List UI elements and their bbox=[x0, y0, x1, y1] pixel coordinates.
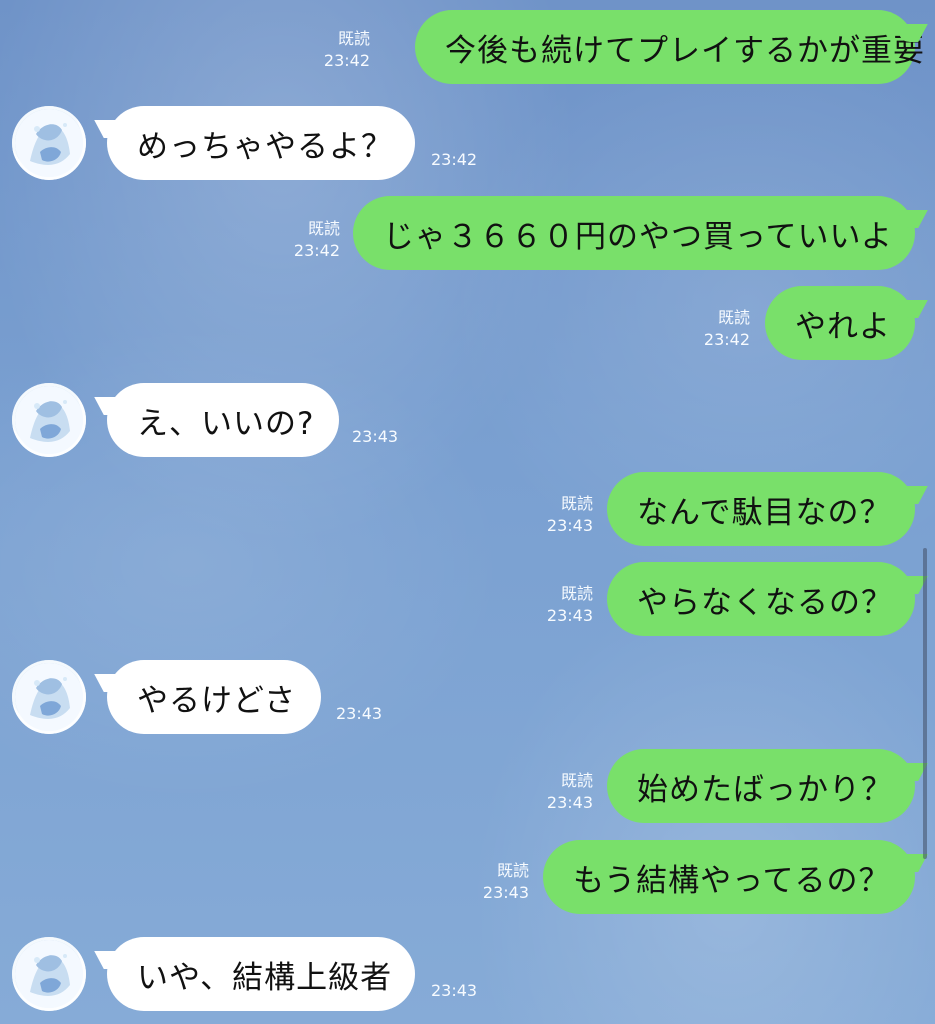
message-text: もう結構やってるの？ bbox=[573, 862, 891, 899]
message-meta-10: 既読 23:43 bbox=[483, 860, 529, 904]
message-text: いや、結構上級者 bbox=[137, 959, 393, 996]
received-message-bubble[interactable]: え、いいの? bbox=[107, 383, 339, 457]
avatar[interactable] bbox=[12, 383, 86, 457]
read-status: 既読 bbox=[717, 308, 750, 327]
message-time: 23:43 bbox=[546, 793, 593, 812]
message-time: 23:43 bbox=[546, 516, 593, 535]
message-time: 23:42 bbox=[703, 330, 750, 349]
received-message-bubble[interactable]: めっちゃやるよ？ bbox=[107, 106, 415, 180]
read-status: 既読 bbox=[560, 771, 593, 790]
read-status: 既読 bbox=[560, 494, 593, 513]
sent-message-bubble[interactable]: やらなくなるの？ bbox=[607, 562, 915, 636]
message-time: 23:43 bbox=[336, 704, 383, 723]
message-time: 23:43 bbox=[352, 427, 399, 446]
message-text: やらなくなるの？ bbox=[637, 584, 893, 621]
message-text: めっちゃやるよ？ bbox=[137, 128, 393, 165]
scrollbar[interactable] bbox=[923, 548, 927, 859]
avatar[interactable] bbox=[12, 660, 86, 734]
message-meta-4: 既読 23:42 bbox=[704, 307, 750, 351]
sent-message-bubble[interactable]: やれよ bbox=[765, 286, 915, 360]
message-time: 23:43 bbox=[431, 981, 478, 1000]
avatar[interactable] bbox=[12, 106, 86, 180]
received-message-bubble[interactable]: いや、結構上級者 bbox=[107, 937, 415, 1011]
received-message-bubble[interactable]: やるけどさ bbox=[107, 660, 321, 734]
sent-message-bubble[interactable]: なんで駄目なの？ bbox=[607, 472, 915, 546]
avatar-icon bbox=[15, 109, 83, 177]
read-status: 既読 bbox=[560, 584, 593, 603]
avatar-icon bbox=[15, 940, 83, 1008]
sent-message-bubble[interactable]: 始めたばっかり？ bbox=[607, 749, 915, 823]
message-meta-3: 既読 23:42 bbox=[294, 218, 340, 262]
message-time: 23:42 bbox=[431, 150, 478, 169]
read-status: 既読 bbox=[496, 861, 529, 880]
message-meta-7: 既読 23:43 bbox=[547, 583, 593, 627]
message-meta-9: 既読 23:43 bbox=[547, 770, 593, 814]
read-status: 既読 bbox=[307, 219, 340, 238]
sent-message-bubble[interactable]: じゃ３６６０円のやつ買っていいよ bbox=[353, 196, 915, 270]
message-meta-1: 既読 23:42 bbox=[324, 28, 370, 72]
message-time: 23:43 bbox=[482, 883, 529, 902]
message-text: 今後も続けてプレイするかが重要 bbox=[445, 32, 925, 69]
message-time: 23:42 bbox=[293, 241, 340, 260]
read-status: 既読 bbox=[337, 29, 370, 48]
message-time: 23:42 bbox=[323, 51, 370, 70]
message-text: なんで駄目なの？ bbox=[637, 494, 892, 531]
message-meta-6: 既読 23:43 bbox=[547, 493, 593, 537]
message-text: 始めたばっかり？ bbox=[637, 771, 893, 808]
avatar[interactable] bbox=[12, 937, 86, 1011]
message-text: じゃ３６６０円のやつ買っていいよ bbox=[383, 218, 893, 255]
message-text: え、いいの? bbox=[137, 405, 315, 442]
message-text: やるけどさ bbox=[137, 682, 297, 719]
message-text: やれよ bbox=[795, 308, 891, 345]
sent-message-bubble[interactable]: 今後も続けてプレイするかが重要 bbox=[415, 10, 924, 84]
message-time: 23:43 bbox=[546, 606, 593, 625]
sent-message-bubble[interactable]: もう結構やってるの？ bbox=[543, 840, 915, 914]
avatar-icon bbox=[15, 386, 83, 454]
avatar-icon bbox=[15, 663, 83, 731]
